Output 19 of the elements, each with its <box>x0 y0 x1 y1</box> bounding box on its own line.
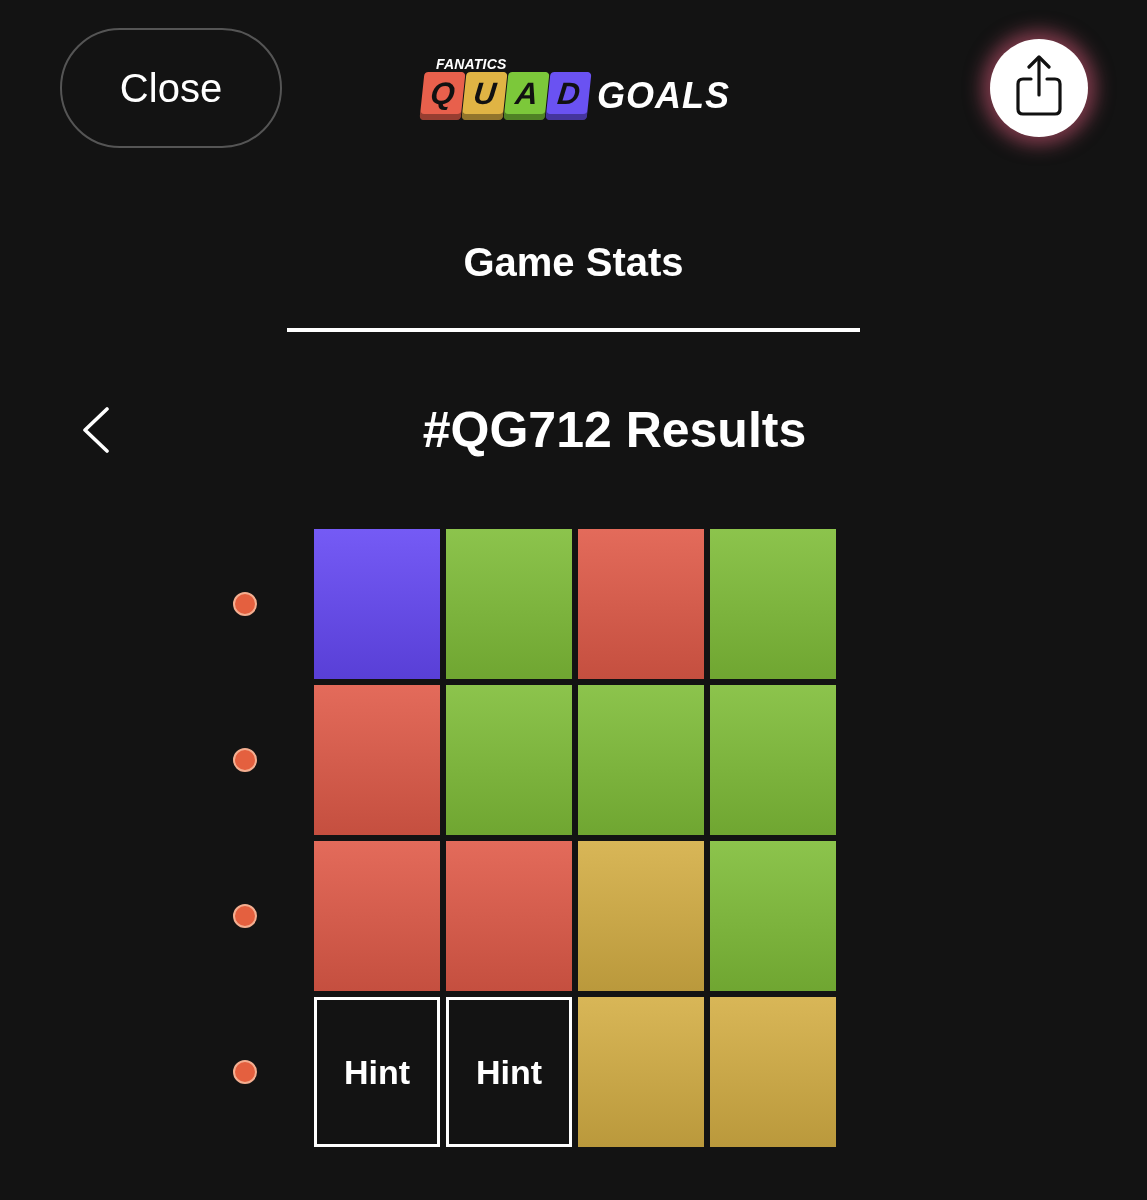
back-button[interactable] <box>82 407 110 453</box>
dot-icon <box>233 748 257 772</box>
logo-letter-tile: A <box>503 72 550 120</box>
dot-icon <box>233 904 257 928</box>
logo-letter-tile: Q <box>419 72 466 120</box>
logo-letter-tile: D <box>545 72 592 120</box>
logo-brand-text: FANATICS <box>436 56 507 72</box>
dot-icon <box>233 1060 257 1084</box>
logo-letter-tile: U <box>461 72 508 120</box>
back-chevron-icon <box>82 407 110 453</box>
hint-cell: Hint <box>314 997 440 1147</box>
results-title: #QG712 Results <box>422 402 807 458</box>
dot-icon <box>233 592 257 616</box>
close-button[interactable]: Close <box>60 28 282 148</box>
hint-cell: Hint <box>446 997 572 1147</box>
tab[interactable]: Game Stats <box>287 238 860 332</box>
share-icon <box>1015 55 1063 117</box>
logo-word-text: GOALS <box>597 75 730 117</box>
share-button[interactable] <box>990 39 1088 137</box>
